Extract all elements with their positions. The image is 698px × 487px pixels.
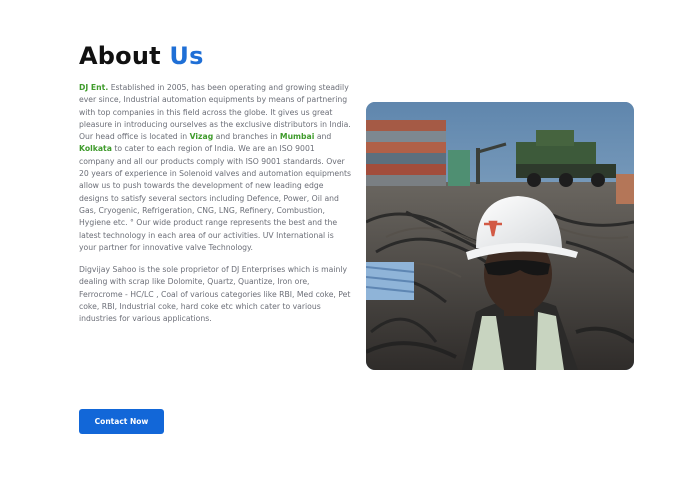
- title-part-about: About: [79, 42, 161, 70]
- page-title: About Us: [79, 40, 204, 72]
- title-part-us: Us: [169, 42, 204, 70]
- about-section: About Us DJ Ent. Established in 2005, ha…: [0, 0, 698, 487]
- city-vizag: Vizag: [189, 132, 214, 142]
- intro-text-4: to cater to each region of India. We are…: [79, 144, 351, 252]
- intro-paragraph: DJ Ent. Established in 2005, has been op…: [79, 82, 351, 254]
- about-text: DJ Ent. Established in 2005, has been op…: [79, 82, 351, 326]
- proprietor-paragraph: Digvijay Sahoo is the sole proprietor of…: [79, 265, 351, 324]
- intro-text-2: and branches in: [213, 132, 280, 142]
- worker-photo: [366, 102, 634, 370]
- intro-text-3: and: [314, 132, 332, 142]
- city-mumbai: Mumbai: [279, 132, 315, 142]
- company-name: DJ Ent.: [79, 83, 109, 92]
- city-kolkata: Kolkata: [79, 144, 112, 154]
- contact-now-button[interactable]: Contact Now: [79, 409, 164, 434]
